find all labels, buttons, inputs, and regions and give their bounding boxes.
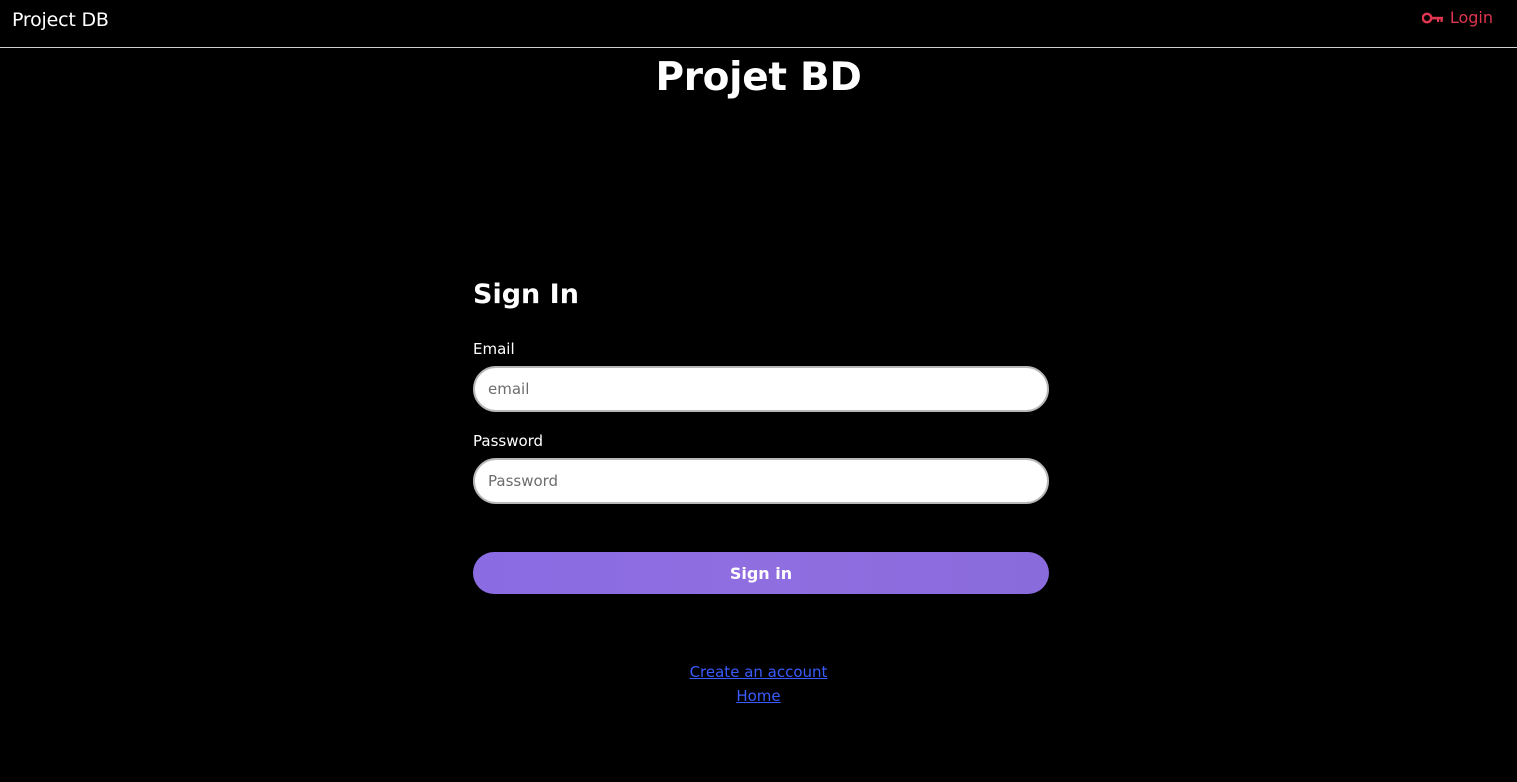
email-field[interactable] [473,366,1049,412]
brand-link[interactable]: Project DB [12,9,109,31]
sign-in-button[interactable]: Sign in [473,552,1049,594]
email-label: Email [473,340,515,358]
form-heading: Sign In [473,279,579,310]
password-label: Password [473,432,544,450]
page-title: Projet BD [655,55,862,100]
create-account-link[interactable]: Create an account [690,660,828,684]
top-navbar: Project DB Login [0,0,1517,48]
password-field[interactable] [473,458,1049,504]
login-label: Login [1449,8,1493,27]
footer-links: Create an account Home [0,660,1517,708]
home-link[interactable]: Home [736,684,780,708]
sign-in-form: Sign In Email Password Sign in [473,276,1049,594]
key-icon [1421,12,1444,24]
login-link[interactable]: Login [1421,8,1493,27]
